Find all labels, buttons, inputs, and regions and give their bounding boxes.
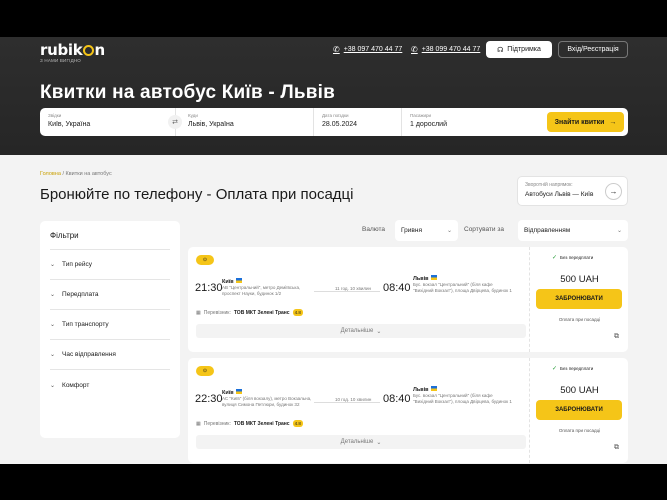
filter-trip-type[interactable]: ⌄ Тип рейсу [50, 250, 170, 280]
arrow-right-icon: → [609, 118, 617, 126]
filter-prepayment[interactable]: ⌄ Передплата [50, 280, 170, 310]
currency-select[interactable]: Гривня ⌄ [395, 220, 458, 241]
no-prepayment-label: ✓ Без передплати [552, 255, 594, 261]
logo[interactable]: rubik n З НАМИ ВИГІДНО [40, 41, 105, 63]
chevron-down-icon: ⌄ [50, 352, 56, 358]
header: rubik n З НАМИ ВИГІДНО ✆ +38 097 470 44 7… [0, 37, 667, 155]
carrier-info: ▦ Перевізник: ТОВ МКТ Зеленi Транс 4.8 [196, 309, 303, 316]
flag-icon [235, 278, 242, 283]
book-button[interactable]: ЗАБРОНЮВАТИ [536, 400, 622, 420]
booking-panel: ✓ Без передплати 500 UAH ЗАБРОНЮВАТИ Опла… [529, 358, 628, 463]
page: rubik n З НАМИ ВИГІДНО ✆ +38 097 470 44 7… [0, 37, 667, 464]
arrival-city: Львів [413, 275, 437, 282]
chevron-down-icon: ⌄ [376, 439, 382, 446]
reverse-direction-card[interactable]: Зворотній напрямок: Автобуси Львів — Киї… [517, 176, 628, 206]
sort-select[interactable]: Відправленням ⌄ [518, 220, 628, 241]
chevron-down-icon: ⌄ [50, 322, 56, 328]
filter-transport-type[interactable]: ⌄ Тип транспорту [50, 310, 170, 340]
passengers-field[interactable]: Пасажири 1 дорослий [402, 108, 532, 136]
login-button[interactable]: Вхід/Реєстрація [558, 41, 628, 58]
filter-comfort[interactable]: ⌄ Комфорт [50, 370, 170, 400]
phone-link-1[interactable]: ✆ +38 097 470 44 77 [333, 45, 402, 54]
chevron-down-icon: ⌄ [376, 328, 382, 335]
check-icon: ✓ [552, 366, 558, 372]
copy-icon[interactable]: ⧉ [614, 333, 619, 341]
logo-mark [82, 45, 94, 56]
flag-icon [235, 389, 242, 394]
flag-icon [430, 275, 437, 280]
book-button[interactable]: ЗАБРОНЮВАТИ [536, 289, 622, 309]
trip-card: ⊙ Київ 21:30 АВ "Центральний", метро Дем… [188, 247, 628, 352]
departure-city: Київ [222, 278, 242, 285]
to-field[interactable]: Куди Львів, Україна [176, 108, 314, 136]
filters-panel: Фільтри ⌄ Тип рейсу ⌄ Передплата ⌄ Тип тран… [40, 221, 180, 438]
from-field[interactable]: Звідки Київ, Україна [40, 108, 176, 136]
chevron-down-icon: ⌄ [50, 382, 56, 389]
price: 500 UAH [560, 385, 599, 396]
trip-duration: 11 год. 10 хвилин [335, 286, 372, 291]
chevron-down-icon: ⌄ [616, 228, 622, 234]
date-field[interactable]: Дата поїздки 28.05.2024 [314, 108, 402, 136]
copy-icon[interactable]: ⧉ [614, 444, 619, 452]
breadcrumb-home[interactable]: Головна [40, 171, 61, 177]
payment-note: Оплата при посадці [558, 428, 601, 433]
filters-title: Фільтри [50, 231, 79, 240]
arrow-right-icon: → [605, 183, 622, 200]
departure-address: АС "Київ" (біля вокзалу), метро Вокзальн… [222, 396, 312, 407]
bus-type-badge: ⊙ [196, 255, 214, 265]
price: 500 UAH [560, 274, 599, 285]
carrier-info: ▦ Перевізник: ТОВ МКТ Зеленi Транс 4.8 [196, 420, 303, 427]
rating-badge: 4.8 [292, 309, 303, 316]
phone-icon: ✆ [333, 45, 340, 54]
support-button[interactable]: ☊ Підтримка [486, 41, 552, 58]
bus-icon: ▦ [196, 309, 201, 316]
find-tickets-button[interactable]: Знайти квитки → [547, 112, 624, 132]
trip-card: ⊙ Київ 22:30 АС "Київ" (біля вокзалу), м… [188, 358, 628, 463]
bus-type-badge: ⊙ [196, 366, 214, 376]
payment-note: Оплата при посадці [558, 317, 601, 322]
chevron-down-icon: ⌄ [446, 228, 452, 234]
breadcrumb: Головна / Квитки на автобус [40, 171, 112, 177]
details-toggle[interactable]: Детальніше ⌄ [196, 324, 526, 338]
chevron-down-icon: ⌄ [50, 262, 56, 268]
currency-label: Валюта [362, 226, 385, 233]
departure-address: АВ "Центральний", метро Деміївська, прос… [222, 285, 301, 296]
phone-icon: ✆ [411, 45, 418, 54]
headset-icon: ☊ [497, 46, 504, 54]
booking-panel: ✓ Без передплати 500 UAH ЗАБРОНЮВАТИ Опла… [529, 247, 628, 352]
arrival-address: Бус. вокзал "Центральний" (біля кафе "Ви… [413, 282, 512, 293]
bus-icon: ▦ [196, 420, 201, 427]
arrival-address: Бус. вокзал "Центральний" (біля кафе "Ви… [413, 393, 512, 404]
check-icon: ✓ [552, 255, 558, 261]
details-toggle[interactable]: Детальніше ⌄ [196, 435, 526, 449]
arrival-time: 08:40 [383, 393, 411, 405]
breadcrumb-current: Квитки на автобус [65, 171, 112, 177]
page-title: Квитки на автобус Київ - Львів [40, 82, 335, 103]
search-form: Звідки Київ, Україна ⇄ Куди Львів, Украї… [40, 108, 628, 136]
filter-departure-time[interactable]: ⌄ Час відправлення [50, 340, 170, 370]
no-prepayment-label: ✓ Без передплати [552, 366, 594, 372]
departure-time: 22:30 [195, 393, 223, 405]
rating-badge: 4.8 [292, 420, 303, 427]
departure-time: 21:30 [195, 282, 223, 294]
arrival-city: Львів [413, 386, 437, 393]
sort-label: Сортувати за [464, 226, 504, 233]
phone-link-2[interactable]: ✆ +38 099 470 44 77 [411, 45, 480, 54]
flag-icon [430, 386, 437, 391]
page-heading: Бронюйте по телефону - Оплата при посадц… [40, 186, 354, 203]
departure-city: Київ [222, 389, 242, 396]
chevron-down-icon: ⌄ [50, 292, 56, 298]
trip-duration: 10 год. 10 хвилин [335, 397, 372, 402]
arrival-time: 08:40 [383, 282, 411, 294]
